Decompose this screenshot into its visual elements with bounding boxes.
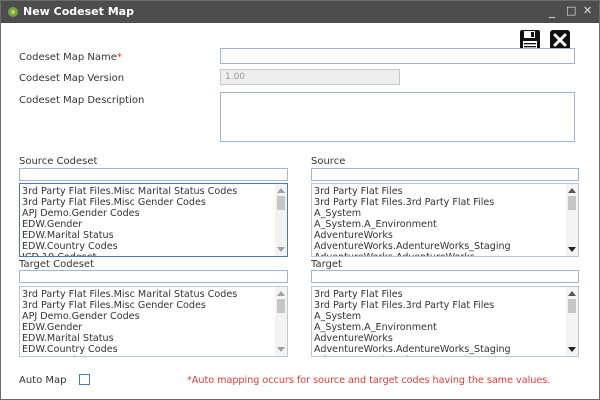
list-item[interactable]: 3rd Party Flat Files (314, 289, 578, 300)
target-codeset-filter-input[interactable] (19, 270, 288, 283)
list-item[interactable]: APJ Demo.Gender Codes (22, 311, 287, 322)
scroll-up-arrow-icon[interactable] (568, 188, 576, 193)
target-codeset-scrollbar[interactable] (275, 287, 287, 356)
source-scrollbar[interactable] (566, 184, 578, 256)
list-item[interactable]: 3rd Party Flat Files.3rd Party Flat File… (314, 300, 578, 311)
list-item[interactable]: EDW.Country Codes (22, 241, 287, 252)
list-item[interactable]: APJ Demo.Gender Codes (22, 208, 287, 219)
list-item[interactable]: ICD 10 Codeset (22, 355, 287, 356)
codeset-map-description-input[interactable] (220, 92, 575, 142)
target-list[interactable]: 3rd Party Flat Files 3rd Party Flat Files… (311, 286, 579, 357)
scroll-thumb[interactable] (277, 196, 285, 210)
codeset-map-version-input[interactable]: 1.00 (220, 69, 400, 85)
list-item[interactable]: AdventureWorks (314, 230, 578, 241)
source-codeset-list[interactable]: 3rd Party Flat Files.Misc Marital Status… (19, 183, 288, 257)
scroll-down-arrow-icon[interactable] (568, 247, 576, 252)
target-codeset-label: Target Codeset (19, 259, 94, 270)
source-filter-input[interactable] (311, 168, 579, 181)
list-item[interactable]: EDW.Marital Status (22, 230, 287, 241)
source-list[interactable]: 3rd Party Flat Files 3rd Party Flat Files… (311, 183, 579, 257)
source-items: 3rd Party Flat Files 3rd Party Flat Files… (312, 184, 578, 256)
scroll-up-arrow-icon[interactable] (568, 291, 576, 296)
scroll-up-arrow-icon[interactable] (277, 188, 285, 193)
list-item[interactable]: AdventureWorks.AdventureWorks (314, 252, 578, 256)
codeset-map-name-label: Codeset Map Name* (19, 52, 122, 63)
list-item[interactable]: EDW.Country Codes (22, 344, 287, 355)
list-item[interactable]: A_System.A_Environment (314, 322, 578, 333)
source-codeset-scrollbar[interactable] (275, 184, 287, 256)
list-item[interactable]: A_System (314, 311, 578, 322)
app-icon (8, 7, 18, 17)
title-bar: New Codeset Map _ □ ✕ (1, 1, 599, 23)
list-item[interactable]: 3rd Party Flat Files.Misc Gender Codes (22, 197, 287, 208)
target-items: 3rd Party Flat Files 3rd Party Flat Files… (312, 287, 578, 356)
minimize-button[interactable]: _ (549, 4, 555, 18)
auto-map-label: Auto Map (19, 375, 67, 386)
list-item[interactable]: EDW.Marital Status (22, 333, 287, 344)
maximize-button[interactable]: □ (566, 4, 576, 18)
list-item[interactable]: AdventureWorks.AdentureWorks_Staging (314, 344, 578, 355)
list-item[interactable]: AdventureWorks (314, 333, 578, 344)
scroll-thumb[interactable] (277, 299, 285, 313)
target-filter-input[interactable] (311, 270, 579, 283)
list-item[interactable]: EDW.Gender (22, 219, 287, 230)
list-item[interactable]: 3rd Party Flat Files.Misc Gender Codes (22, 300, 287, 311)
list-item[interactable]: AdventureWorks.AdventureWorks (314, 355, 578, 356)
target-codeset-items: 3rd Party Flat Files.Misc Marital Status… (20, 287, 287, 356)
list-item[interactable]: 3rd Party Flat Files.3rd Party Flat File… (314, 197, 578, 208)
scroll-down-arrow-icon[interactable] (277, 347, 285, 352)
auto-map-checkbox[interactable] (79, 374, 90, 385)
source-codeset-label: Source Codeset (19, 156, 98, 167)
target-codeset-list[interactable]: 3rd Party Flat Files.Misc Marital Status… (19, 286, 288, 357)
list-item[interactable]: A_System (314, 208, 578, 219)
source-codeset-filter-input[interactable] (19, 168, 288, 181)
scroll-thumb[interactable] (568, 196, 576, 210)
target-scrollbar[interactable] (566, 287, 578, 356)
list-item[interactable]: ICD 10 Codeset (22, 252, 287, 256)
codeset-map-description-label: Codeset Map Description (19, 95, 145, 106)
scroll-down-arrow-icon[interactable] (568, 347, 576, 352)
target-label: Target (311, 259, 342, 270)
list-item[interactable]: EDW.Gender (22, 322, 287, 333)
list-item[interactable]: 3rd Party Flat Files.Misc Marital Status… (22, 186, 287, 197)
source-label: Source (311, 156, 346, 167)
auto-map-note: *Auto mapping occurs for source and targ… (187, 375, 551, 386)
list-item[interactable]: 3rd Party Flat Files (314, 186, 578, 197)
list-item[interactable]: AdventureWorks.AdentureWorks_Staging (314, 241, 578, 252)
new-codeset-map-window: New Codeset Map _ □ ✕ Codeset Map Name* … (0, 0, 600, 400)
scroll-down-arrow-icon[interactable] (277, 247, 285, 252)
scroll-thumb[interactable] (568, 299, 576, 313)
codeset-map-name-input[interactable] (220, 48, 575, 64)
list-item[interactable]: A_System.A_Environment (314, 219, 578, 230)
window-title: New Codeset Map (23, 5, 134, 18)
list-item[interactable]: 3rd Party Flat Files.Misc Marital Status… (22, 289, 287, 300)
codeset-map-version-label: Codeset Map Version (19, 73, 125, 84)
scroll-up-arrow-icon[interactable] (277, 291, 285, 296)
source-codeset-items: 3rd Party Flat Files.Misc Marital Status… (20, 184, 287, 256)
required-mark: * (116, 52, 122, 63)
codeset-map-name-label-text: Codeset Map Name (19, 52, 117, 63)
window-close-button[interactable]: ✕ (583, 4, 592, 18)
